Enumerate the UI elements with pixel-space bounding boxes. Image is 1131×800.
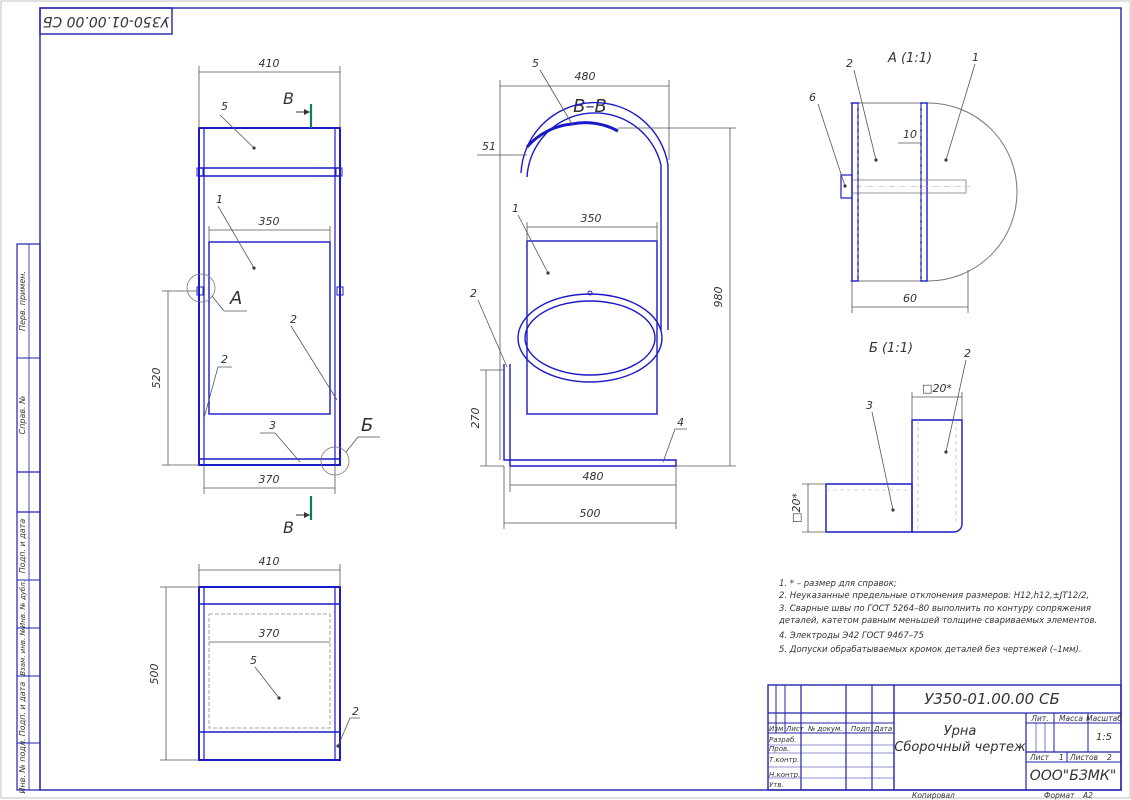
mass-label: Масса — [1059, 714, 1083, 723]
front-dim-520: 520 — [150, 368, 163, 389]
note-line-4: деталей, катетом равным меньшей толщине … — [778, 616, 1097, 626]
note-line-5: 4. Электроды Э42 ГОСТ 9467–75 — [779, 631, 924, 641]
col-date: Дата — [873, 725, 892, 733]
top-callout-5: 5 — [250, 654, 257, 667]
outer-frame — [0, 0, 1131, 799]
detail-b-callout-3: 3 — [866, 399, 873, 412]
sheet-label: Лист — [1029, 753, 1050, 762]
front-callout-2a: 2 — [221, 353, 228, 366]
front-detail-a-label: А — [229, 288, 242, 309]
title-block: У350-01.00.00 СБ Изм Лист № докум. Подп.… — [767, 684, 1122, 800]
format-label: Формат — [1044, 791, 1075, 800]
top-dim-370: 370 — [259, 627, 280, 640]
strip-label-dubl: Инв. № дубл. — [19, 580, 27, 628]
strip-label-sprav: Справ. № — [18, 396, 27, 435]
top-dim-500: 500 — [148, 664, 161, 685]
top-callout-2: 2 — [352, 705, 359, 718]
detail-b-dim-side: □20* — [790, 493, 803, 523]
row-tkontr: Т.контр. — [769, 756, 799, 764]
section-dim-500: 500 — [580, 507, 601, 520]
detail-a: А (1:1) 10 60 2 1 6 — [809, 51, 1018, 313]
scale-label: Масштаб — [1086, 714, 1122, 723]
row-razrab: Разраб. — [769, 736, 797, 744]
copied-label: Копировал — [912, 791, 955, 800]
section-dim-350: 350 — [581, 212, 602, 225]
detail-a-callout-6: 6 — [809, 91, 816, 104]
front-dim-410: 410 — [259, 57, 280, 70]
detail-a-title: А (1:1) — [887, 51, 932, 66]
section-dim-480-bottom: 480 — [583, 470, 604, 483]
note-line-1: 1. * – размер для справок; — [779, 579, 897, 589]
row-nkontr: Н.контр. — [769, 771, 800, 779]
front-callout-2b: 2 — [290, 313, 297, 326]
sheets-value: 2 — [1107, 753, 1112, 762]
detail-b-title: Б (1:1) — [869, 341, 913, 356]
front-section-mark-top: В — [283, 89, 294, 108]
strip-label-vzam: Взам. инв. № — [19, 628, 27, 676]
rotated-stamp-code: У350-01.00.00 СБ — [43, 13, 169, 29]
section-callout-1: 1 — [512, 202, 519, 215]
product-name: Урна — [944, 724, 977, 739]
front-detail-b-label: Б — [361, 415, 373, 436]
technical-notes: 1. * – размер для справок; 2. Неуказанны… — [778, 579, 1097, 655]
note-line-2: 2. Неуказанные предельные отклонения раз… — [779, 591, 1089, 601]
note-line-3: 3. Сварные швы по ГОСТ 5264–80 выполнить… — [779, 604, 1091, 614]
title-document-code: У350-01.00.00 СБ — [924, 690, 1060, 708]
strip-label-perv: Перв. примен. — [18, 271, 27, 331]
top-view: 410 370 500 5 2 — [148, 555, 360, 761]
section-callout-5: 5 — [532, 57, 539, 70]
strip-label-podp2: Подп. и дата — [18, 682, 27, 737]
format-value: А2 — [1082, 791, 1093, 800]
detail-a-dim-60: 60 — [903, 292, 917, 305]
row-prov: Пров. — [769, 745, 789, 753]
section-dim-51: 51 — [482, 140, 496, 153]
front-dim-370: 370 — [259, 473, 280, 486]
organization-name: ООО"БЗМК" — [1030, 768, 1117, 784]
front-view: 410 350 520 370 5 1 2 2 3 А Б В В — [150, 57, 380, 537]
lit-label: Лит. — [1030, 714, 1048, 723]
section-view: В–В 480 51 350 980 270 480 500 5 1 2 4 — [469, 57, 736, 529]
detail-b: Б (1:1) □20* □20* 2 3 — [790, 341, 971, 533]
document-type: Сборочный чертеж — [894, 740, 1026, 755]
row-utv: Утв. — [769, 781, 784, 789]
strip-label-podl: Инв. № подл. — [18, 738, 27, 793]
scale-value: 1:5 — [1096, 732, 1112, 743]
rotated-stamp: У350-01.00.00 СБ — [39, 7, 173, 35]
strip-label-podp1: Подп. и дата — [18, 519, 27, 574]
detail-a-callout-2: 2 — [846, 57, 853, 70]
col-izm: Изм — [769, 725, 784, 733]
inner-frame — [39, 7, 1122, 791]
col-sign: Подп. — [851, 725, 872, 733]
col-list: Лист — [785, 725, 805, 733]
detail-b-callout-2: 2 — [964, 347, 971, 360]
section-dim-980: 980 — [712, 287, 725, 308]
top-dim-410: 410 — [259, 555, 280, 568]
detail-a-callout-1: 1 — [972, 51, 979, 64]
front-callout-5: 5 — [221, 100, 228, 113]
detail-a-dim-10: 10 — [903, 128, 917, 141]
section-dim-270: 270 — [469, 408, 482, 429]
section-callout-4: 4 — [677, 416, 684, 429]
sheets-label: Листов — [1069, 753, 1098, 762]
col-doc: № докум. — [807, 725, 843, 733]
drawing-sheet: У350-01.00.00 СБ Перв. примен. Справ. № … — [0, 0, 1131, 800]
front-callout-1: 1 — [216, 193, 223, 206]
left-strip: Перв. примен. Справ. № Подп. и дата Инв.… — [16, 243, 41, 794]
front-callout-3: 3 — [269, 419, 276, 432]
front-dim-350: 350 — [259, 215, 280, 228]
section-callout-2: 2 — [470, 287, 477, 300]
front-section-mark-bottom: В — [283, 518, 294, 537]
section-dim-480-top: 480 — [575, 70, 596, 83]
sheet-value: 1 — [1059, 753, 1064, 762]
detail-b-dim-top: □20* — [922, 382, 952, 395]
note-line-6: 5. Допуски обрабатываемых кромок деталей… — [779, 645, 1082, 655]
